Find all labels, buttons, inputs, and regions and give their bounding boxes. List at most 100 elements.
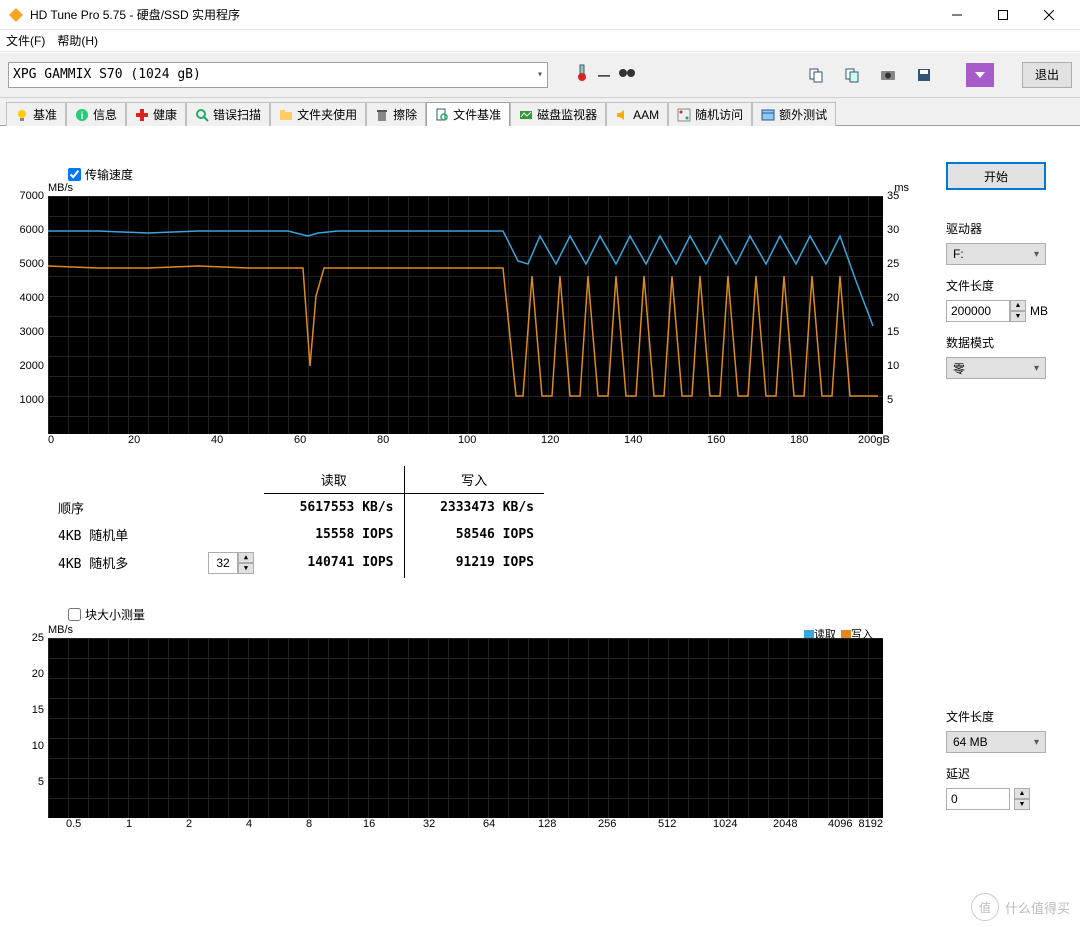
copy-icon[interactable] <box>802 63 830 87</box>
col-write: 写入 <box>404 466 544 494</box>
side-panel-bottom: 文件长度 64 MB ▾ 延迟 ▲▼ <box>946 696 1066 810</box>
extra-icon <box>761 108 775 122</box>
transfer-speed-checkbox[interactable] <box>68 168 81 181</box>
chevron-down-icon: ▾ <box>1034 363 1039 374</box>
tab-error-scan[interactable]: 错误扫描 <box>186 102 270 126</box>
watermark: 值 什么值得买 <box>971 893 1070 921</box>
file-length-label: 文件长度 <box>946 277 1066 294</box>
seq-read-value: 5617553 KB/s <box>264 494 404 521</box>
chart-canvas: 7000 6000 5000 4000 3000 2000 1000 35 30… <box>48 196 883 434</box>
data-mode-label: 数据模式 <box>946 334 1066 351</box>
left-ticks-2: 25 20 15 10 5 <box>8 638 48 818</box>
delay-spinner[interactable] <box>946 788 1010 810</box>
tab-extra-test[interactable]: 额外测试 <box>752 102 836 126</box>
info-icon: i <box>75 108 89 122</box>
exit-button[interactable]: 退出 <box>1022 62 1072 88</box>
side-panel-top: 开始 驱动器 F: ▾ 文件长度 ▲▼ MB 数据模式 零 ▾ <box>946 162 1066 379</box>
results-table: 读取 写入 顺序 5617553 KB/s 2333473 KB/s 4KB 随… <box>48 466 588 578</box>
file-length-input[interactable] <box>946 300 1010 322</box>
bottom-ticks: 0 20 40 60 80 100 120 140 160 180 200gB <box>48 434 883 452</box>
multi-write-value: 91219 IOPS <box>404 548 544 578</box>
trash-icon <box>375 108 389 122</box>
block-size-chart: MB/s 读取 写入 25 20 15 10 5 0.5 1 2 4 8 16 … <box>48 604 883 818</box>
tab-benchmark[interactable]: 基准 <box>6 102 66 126</box>
temp-separator: — <box>598 68 610 82</box>
minimize-button[interactable] <box>934 0 980 30</box>
drive-select[interactable]: F: ▾ <box>946 243 1046 265</box>
spinner-up-icon[interactable]: ▲ <box>1010 300 1026 311</box>
multi-read-value: 140741 IOPS <box>264 548 404 578</box>
thermometer-icon <box>574 63 590 86</box>
delay-label: 延迟 <box>946 765 1066 782</box>
toolbar: XPG GAMMIX S70 (1024 gB) ▾ — 退出 <box>0 52 1080 98</box>
random-icon <box>677 108 691 122</box>
tab-erase[interactable]: 擦除 <box>366 102 426 126</box>
bottom-ticks-2: 0.5 1 2 4 8 16 32 64 128 256 512 1024 20… <box>48 818 883 836</box>
data-mode-select[interactable]: 零 ▾ <box>946 357 1046 379</box>
transfer-chart: MB/s ms 7000 6000 5000 4000 3000 2000 10… <box>48 186 883 434</box>
chevron-down-icon: ▾ <box>1034 249 1039 260</box>
binoculars-icon <box>618 66 636 83</box>
left-axis-unit: MB/s <box>48 182 73 194</box>
maximize-button[interactable] <box>980 0 1026 30</box>
tab-health[interactable]: 健康 <box>126 102 186 126</box>
start-button[interactable]: 开始 <box>946 162 1046 190</box>
delay-input[interactable] <box>946 788 1010 810</box>
content-area: 传输速度 MB/s ms 7000 6000 5000 4000 3000 20… <box>0 126 1080 927</box>
row-4k-single-label: 4KB 随机单 <box>48 521 198 548</box>
tabstrip: 基准 i信息 健康 错误扫描 文件夹使用 擦除 文件基准 磁盘监视器 AAM 随… <box>0 98 1080 126</box>
chart2-canvas: 25 20 15 10 5 0.5 1 2 4 8 16 32 64 128 2… <box>48 638 883 818</box>
col-read: 读取 <box>264 466 404 494</box>
spinner-up-icon[interactable]: ▲ <box>1014 788 1030 799</box>
monitor-icon <box>519 108 533 122</box>
left-ticks: 7000 6000 5000 4000 3000 2000 1000 <box>8 196 48 434</box>
right-ticks: 35 30 25 20 15 10 5 <box>883 196 913 434</box>
row-seq-label: 顺序 <box>48 494 198 521</box>
magnify-icon <box>195 108 209 122</box>
lightbulb-icon <box>15 108 29 122</box>
plus-icon <box>135 108 149 122</box>
menu-file[interactable]: 文件(F) <box>6 32 45 49</box>
file-length-unit: MB <box>1030 304 1048 318</box>
spinner-up-icon[interactable]: ▲ <box>238 552 254 563</box>
queue-depth-input[interactable] <box>208 552 238 574</box>
tab-aam[interactable]: AAM <box>606 102 668 126</box>
seq-write-value: 2333473 KB/s <box>404 494 544 521</box>
row-4k-multi-label: 4KB 随机多 <box>48 548 198 578</box>
tab-disk-monitor[interactable]: 磁盘监视器 <box>510 102 606 126</box>
options-icon[interactable] <box>966 63 994 87</box>
left-axis-unit-2: MB/s <box>48 624 73 636</box>
device-dropdown-value: XPG GAMMIX S70 (1024 gB) <box>13 67 201 82</box>
file-length-spinner[interactable]: ▲▼ <box>946 300 1026 322</box>
spinner-down-icon[interactable]: ▼ <box>1010 311 1026 322</box>
file-length-label-2: 文件长度 <box>946 708 1066 725</box>
spinner-down-icon[interactable]: ▼ <box>1014 799 1030 810</box>
chevron-down-icon: ▾ <box>537 69 543 80</box>
tab-folder-usage[interactable]: 文件夹使用 <box>270 102 366 126</box>
single-read-value: 15558 IOPS <box>264 521 404 548</box>
spinner-down-icon[interactable]: ▼ <box>238 563 254 574</box>
transfer-speed-label: 传输速度 <box>85 166 133 183</box>
transfer-speed-checkbox-row: 传输速度 <box>68 166 133 183</box>
queue-depth-spinner[interactable]: ▲▼ <box>208 552 254 574</box>
menubar: 文件(F) 帮助(H) <box>0 30 1080 52</box>
copy-image-icon[interactable] <box>838 63 866 87</box>
svg-text:i: i <box>81 111 84 122</box>
close-button[interactable] <box>1026 0 1072 30</box>
device-dropdown[interactable]: XPG GAMMIX S70 (1024 gB) ▾ <box>8 62 548 88</box>
save-icon[interactable] <box>910 63 938 87</box>
app-icon <box>8 7 24 23</box>
watermark-icon: 值 <box>971 893 999 921</box>
file-magnify-icon <box>435 108 449 122</box>
speaker-icon <box>615 108 629 122</box>
window-title: HD Tune Pro 5.75 - 硬盘/SSD 实用程序 <box>30 6 934 23</box>
tab-file-benchmark[interactable]: 文件基准 <box>426 102 510 126</box>
tab-random-access[interactable]: 随机访问 <box>668 102 752 126</box>
camera-icon[interactable] <box>874 63 902 87</box>
chart-plot <box>48 196 883 434</box>
menu-help[interactable]: 帮助(H) <box>57 32 98 49</box>
drive-label: 驱动器 <box>946 220 1066 237</box>
tab-info[interactable]: i信息 <box>66 102 126 126</box>
single-write-value: 58546 IOPS <box>404 521 544 548</box>
file-length-select-2[interactable]: 64 MB ▾ <box>946 731 1046 753</box>
